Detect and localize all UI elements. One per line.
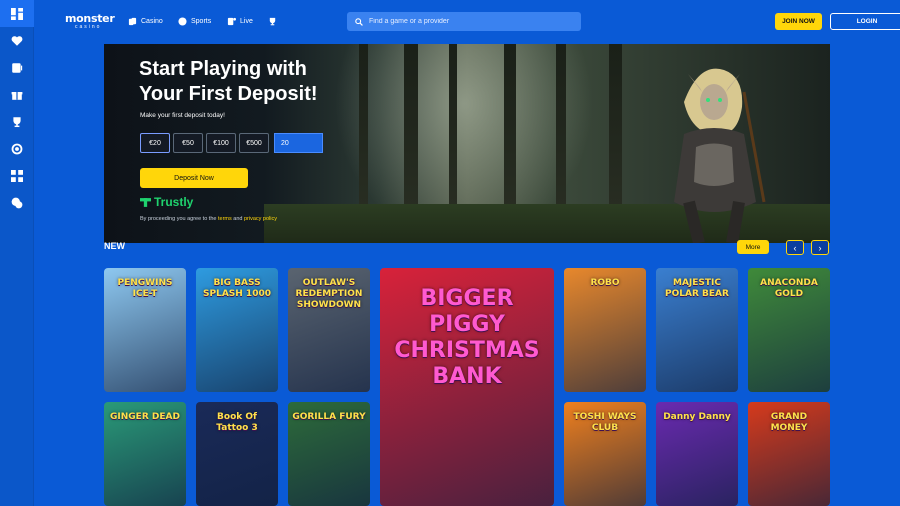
nav-casino-label: Casino [141, 18, 163, 25]
hero-title-line1: Start Playing with [139, 58, 307, 80]
game-title: Book Of Tattoo 3 [216, 412, 258, 433]
amount-option[interactable]: €50 [173, 133, 203, 153]
dashboard-icon[interactable] [0, 0, 34, 27]
terms-link[interactable]: terms [218, 216, 232, 222]
game-title: GINGER DEAD [110, 412, 180, 422]
game-card[interactable]: GORILLA FURY [288, 402, 370, 506]
game-title: ROBO [590, 278, 620, 288]
game-card[interactable]: GRAND MONEY [748, 402, 830, 506]
live-cards-icon [227, 17, 236, 26]
game-card[interactable]: ANACONDA GOLD [748, 268, 830, 392]
legal-text: By proceeding you agree to the terms and… [140, 216, 277, 222]
slot-machine-icon[interactable] [0, 54, 34, 81]
game-title: OUTLAW'S REDEMPTION SHOWDOWN [295, 278, 363, 310]
nav-live-label: Live [240, 18, 253, 25]
legal-and: and [233, 216, 243, 222]
game-card[interactable]: PENGWINS ICE-T [104, 268, 186, 392]
game-title: GORILLA FURY [292, 412, 366, 422]
nav-tournaments[interactable] [268, 17, 277, 26]
deposit-amounts: €20 €50 €100 €500 20 [140, 133, 323, 153]
elf-warrior-illustration [674, 68, 766, 243]
game-title: GRAND MONEY [770, 412, 808, 433]
hero-title: Start Playing with Your First Deposit! [139, 57, 359, 107]
trustly-logo: Trustly [140, 195, 193, 209]
game-title: BIGGER PIGGY CHRISTMAS BANK [394, 286, 540, 389]
game-card[interactable]: GINGER DEAD [104, 402, 186, 506]
login-button[interactable]: LOGIN [830, 13, 900, 30]
game-title: ANACONDA GOLD [760, 278, 818, 299]
game-title: MAJESTIC POLAR BEAR [665, 278, 729, 299]
deposit-amount-input[interactable]: 20 [274, 133, 323, 153]
target-icon[interactable] [0, 135, 34, 162]
hero-banner: Start Playing with Your First Deposit! M… [104, 44, 830, 243]
game-card[interactable]: BIGGER PIGGY CHRISTMAS BANK [380, 268, 554, 506]
legal-prefix: By proceeding you agree to the [140, 216, 217, 222]
brand-logo[interactable]: monster casino [65, 13, 115, 32]
game-card[interactable]: BIG BASS SPLASH 1000 [196, 268, 278, 392]
more-button[interactable]: More [737, 240, 769, 254]
search-input[interactable] [369, 18, 569, 25]
join-now-button[interactable]: JOIN NOW [775, 13, 822, 30]
prev-arrow-button[interactable]: ‹ [786, 240, 804, 255]
nav-sports-label: Sports [191, 18, 212, 25]
game-title: TOSHI WAYS CLUB [573, 412, 637, 433]
heart-icon[interactable] [0, 27, 34, 54]
trustly-label: Trustly [154, 195, 194, 209]
cards-icon [128, 17, 137, 26]
ball-icon [178, 17, 187, 26]
chat-icon[interactable] [0, 189, 34, 216]
trophy-icon [269, 17, 276, 26]
trustly-icon [140, 197, 151, 207]
game-card[interactable]: Book Of Tattoo 3 [196, 402, 278, 506]
nav-live[interactable]: Live [227, 17, 253, 26]
deposit-now-button[interactable]: Deposit Now [140, 168, 248, 188]
next-arrow-button[interactable]: › [811, 240, 829, 255]
hero-subtitle: Make your first deposit today! [140, 112, 225, 119]
game-title: Danny Danny [663, 412, 731, 422]
trophy-icon[interactable] [0, 108, 34, 135]
game-title: PENGWINS ICE-T [117, 278, 173, 299]
search-bar[interactable] [347, 12, 581, 31]
nav-casino[interactable]: Casino [128, 17, 163, 26]
game-card[interactable]: TOSHI WAYS CLUB [564, 402, 646, 506]
amount-option[interactable]: €500 [239, 133, 269, 153]
amount-option[interactable]: €20 [140, 133, 170, 153]
nav-sports[interactable]: Sports [178, 17, 211, 26]
game-card[interactable]: Danny Danny [656, 402, 738, 506]
grid-icon[interactable] [0, 162, 34, 189]
search-icon [355, 17, 363, 26]
gift-icon[interactable] [0, 81, 34, 108]
section-title: NEW [104, 241, 125, 251]
amount-option[interactable]: €100 [206, 133, 236, 153]
top-bar: monster casino Casino Sports Live JOIN N… [34, 0, 900, 44]
sidebar [0, 0, 34, 506]
game-card[interactable]: MAJESTIC POLAR BEAR [656, 268, 738, 392]
privacy-policy-link[interactable]: privacy policy [244, 216, 277, 222]
hero-title-line2: Your First Deposit! [139, 83, 318, 105]
game-card[interactable]: ROBO [564, 268, 646, 392]
game-title: BIG BASS SPLASH 1000 [203, 278, 271, 299]
game-card[interactable]: OUTLAW'S REDEMPTION SHOWDOWN [288, 268, 370, 392]
